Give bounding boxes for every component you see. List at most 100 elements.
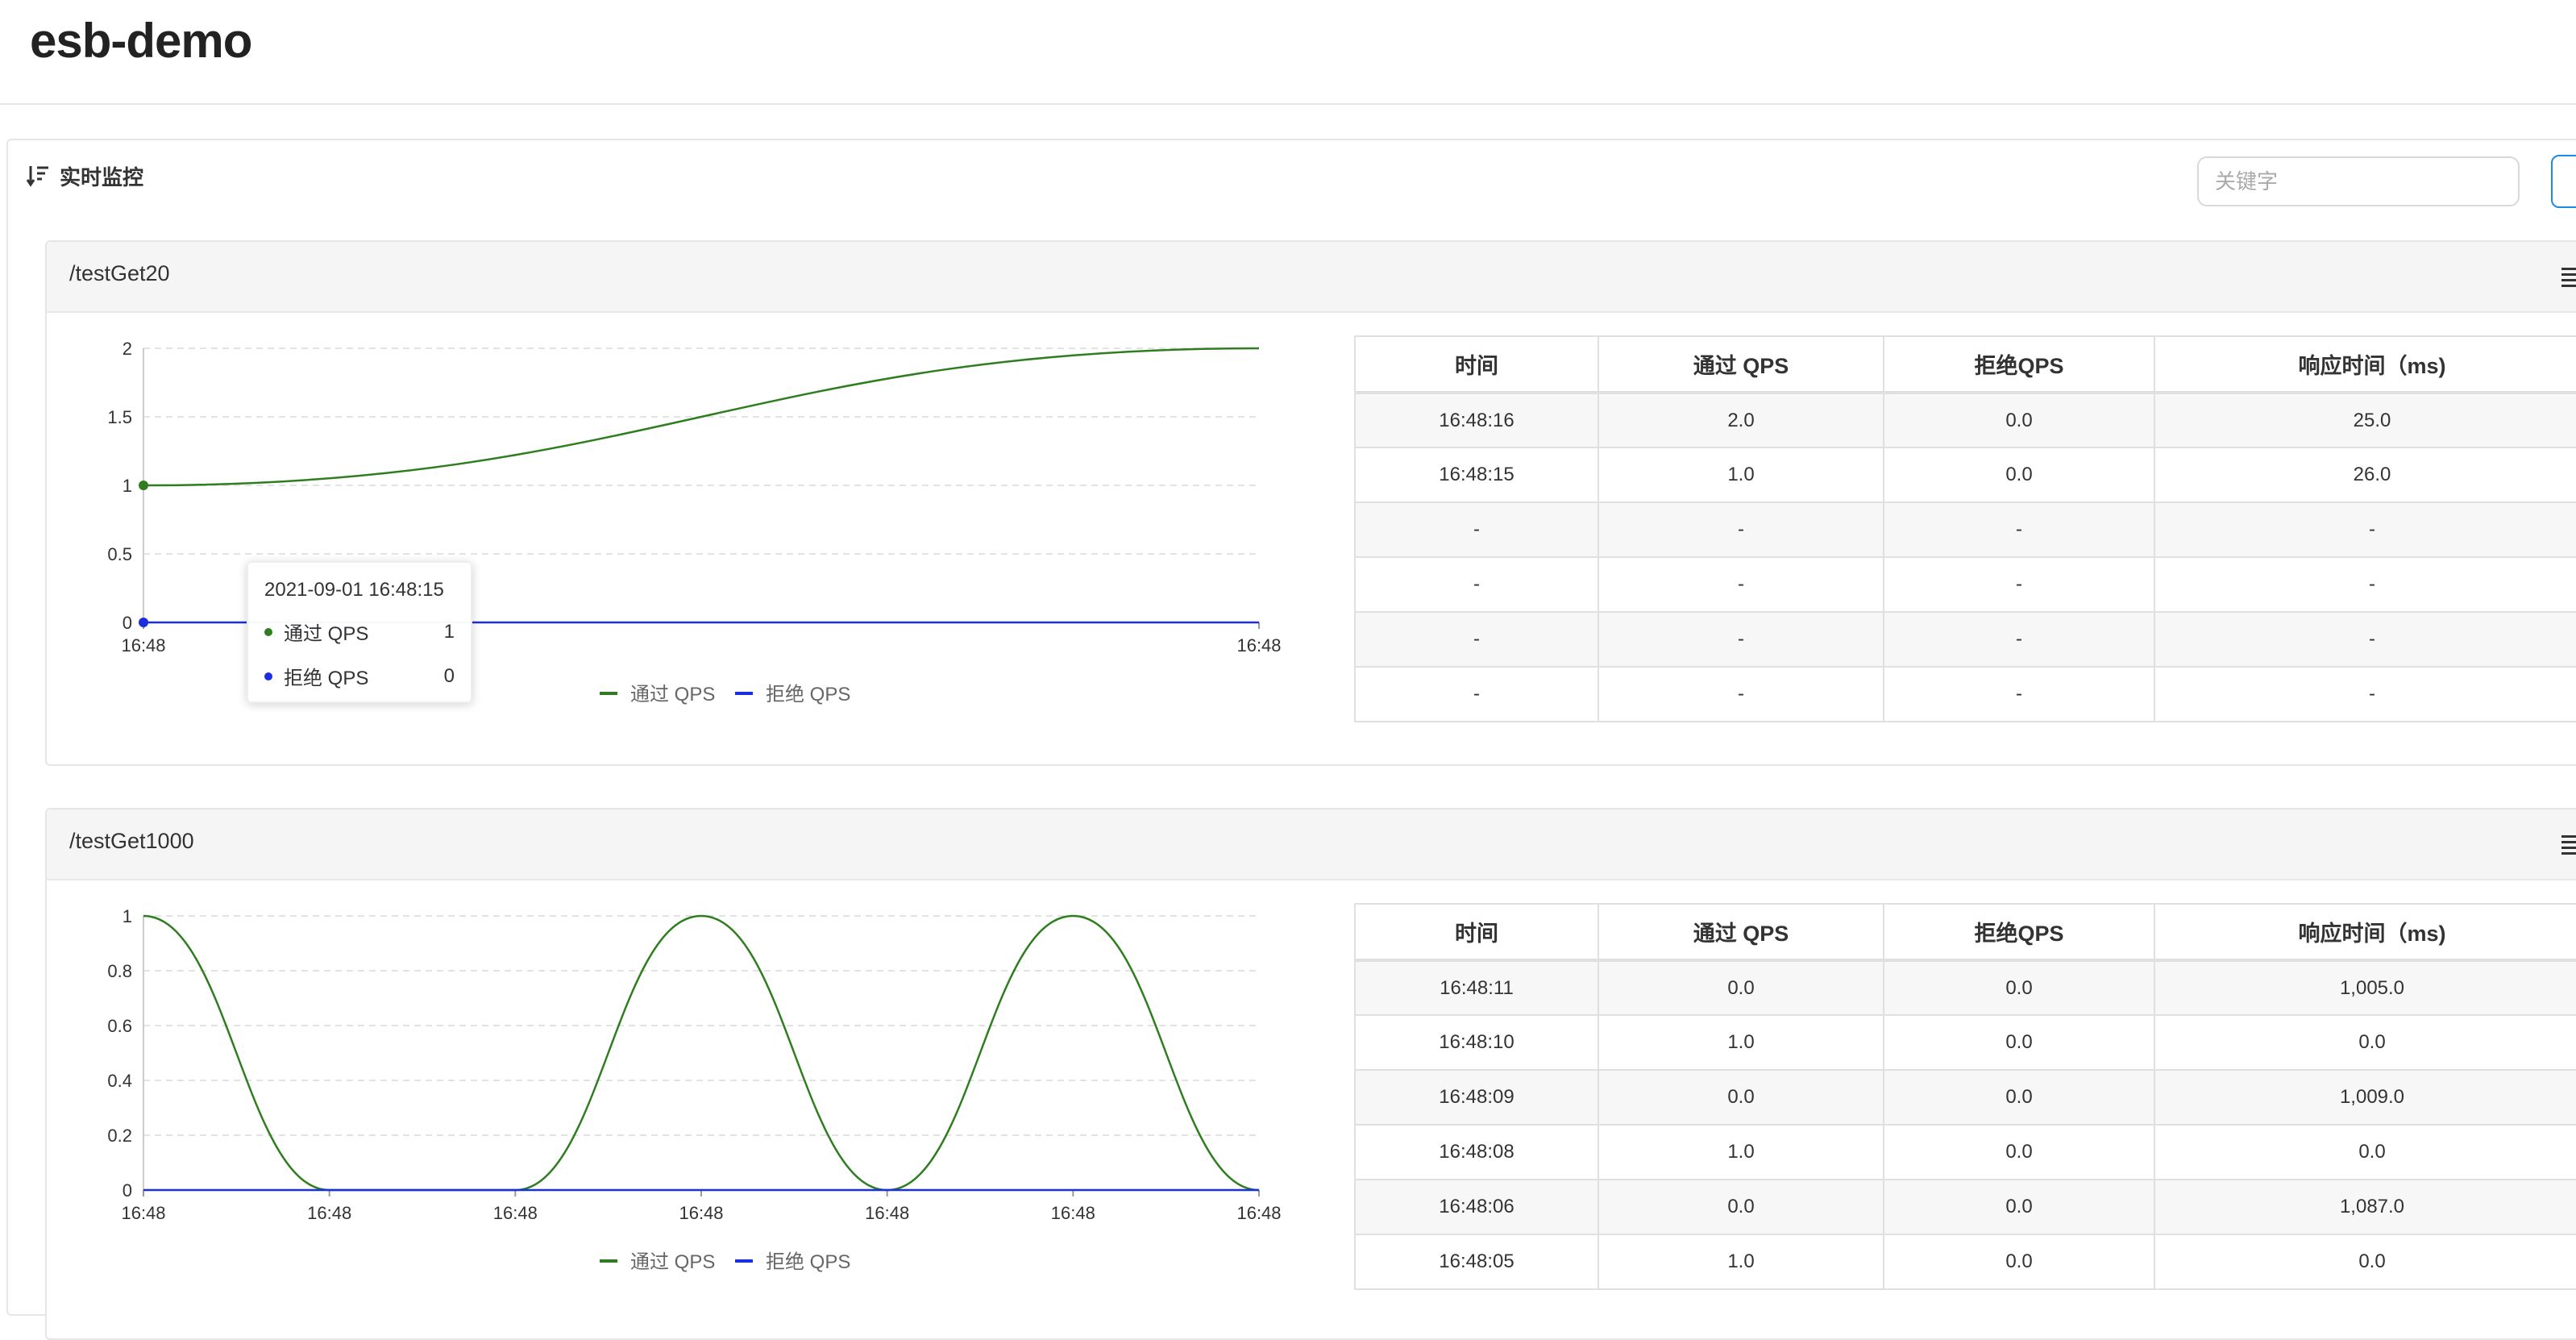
x-tick-label: 16:48	[307, 1203, 351, 1223]
tooltip-row-block: 拒绝 QPS 0	[264, 662, 455, 690]
legend-label: 拒绝 QPS	[766, 684, 850, 705]
resource-name: /testGet1000	[69, 829, 194, 853]
table-cell: -	[1883, 556, 2155, 613]
column-header[interactable]: 拒绝QPS	[1883, 903, 2155, 962]
table-row: 16:48:05 1.0 0.0 0.0	[1354, 1234, 2576, 1290]
table-cell: 0.0	[1883, 1069, 2155, 1126]
y-tick-label: 0.5	[107, 544, 132, 564]
table-cell: 0.0	[2154, 1124, 2576, 1180]
table-cell: -	[1883, 501, 2155, 558]
table-row: 16:48:09 0.0 0.0 1,009.0	[1354, 1069, 2576, 1126]
column-header[interactable]: 响应时间（ms)	[2154, 335, 2576, 394]
app-title: esb-demo	[30, 14, 252, 68]
action-button[interactable]	[2551, 155, 2576, 208]
resource-card: /testGet20 0 0.5 1 1.5 2 16:48 16:48 通过 QPS 拒绝 Q…	[45, 240, 2576, 766]
table-cell: 16:48:06	[1354, 1179, 1599, 1235]
card-header: /testGet20	[47, 242, 2576, 313]
table-cell: -	[2154, 556, 2576, 613]
table-row: 16:48:06 0.0 0.0 1,087.0	[1354, 1179, 2576, 1235]
x-tick-label: 16:48	[1236, 635, 1281, 655]
x-tick-label: 16:48	[1051, 1203, 1095, 1223]
qps-line-chart: 0 0.5 1 1.5 2 16:48 16:48 通过 QPS 拒绝 QPS	[107, 339, 1281, 705]
column-header[interactable]: 拒绝QPS	[1883, 335, 2155, 394]
table-row: ----	[1354, 501, 2576, 558]
keyword-search-input[interactable]	[2197, 156, 2520, 206]
y-tick-label: 1	[123, 906, 132, 926]
x-tick-label: 16:48	[121, 635, 165, 655]
hamburger-menu-icon[interactable]	[2558, 266, 2576, 289]
column-header[interactable]: 响应时间（ms)	[2154, 903, 2576, 962]
block-dot-icon	[264, 672, 272, 680]
table-cell: 26.0	[2154, 447, 2576, 503]
table-cell: 0.0	[2154, 1014, 2576, 1071]
table-cell: 0.0	[2154, 1234, 2576, 1290]
hamburger-menu-icon[interactable]	[2558, 834, 2576, 856]
y-tick-label: 0.4	[107, 1071, 132, 1091]
tooltip-row-pass: 通过 QPS 1	[264, 618, 455, 646]
y-tick-label: 2	[123, 339, 132, 359]
table-cell: 16:48:08	[1354, 1124, 1599, 1180]
table-cell: 16:48:11	[1354, 959, 1599, 1016]
series-line	[143, 914, 1260, 1192]
table-cell: 16:48:05	[1354, 1234, 1599, 1290]
table-cell: 1.0	[1598, 1124, 1884, 1180]
y-tick-label: 0.2	[107, 1126, 132, 1146]
table-cell: -	[1354, 556, 1599, 613]
table-row: ----	[1354, 611, 2576, 668]
table-cell: -	[1598, 556, 1884, 613]
table-cell: 0.0	[1598, 1069, 1884, 1126]
resource-name: /testGet20	[69, 261, 170, 285]
table-row: 16:48:16 2.0 0.0 25.0	[1354, 392, 2576, 448]
resource-card: /testGet1000 0 0.2 0.4 0.6 0.8 1 16:48 16:48 16:…	[45, 808, 2576, 1340]
table-cell: 16:48:15	[1354, 447, 1599, 503]
table-cell: 16:48:16	[1354, 392, 1599, 448]
x-tick-label: 16:48	[865, 1203, 909, 1223]
table-cell: -	[1883, 666, 2155, 722]
table-cell: 0.0	[1883, 959, 2155, 1016]
table-cell: 16:48:10	[1354, 1014, 1599, 1071]
x-tick-label: 16:48	[493, 1203, 538, 1223]
table-row: 16:48:10 1.0 0.0 0.0	[1354, 1014, 2576, 1071]
table-cell: 1,087.0	[2154, 1179, 2576, 1235]
table-cell: 1.0	[1598, 1014, 1884, 1071]
pass-dot-icon	[264, 627, 272, 636]
page-header: esb-demo	[0, 0, 2576, 105]
qps-line-chart: 0 0.2 0.4 0.6 0.8 1 16:48 16:48 16:48 16:48 16:48 1…	[107, 906, 1281, 1273]
table-cell: 1,009.0	[2154, 1069, 2576, 1126]
tooltip-label: 通过 QPS	[284, 623, 369, 645]
x-tick-label: 16:48	[679, 1203, 723, 1223]
column-header[interactable]: 通过 QPS	[1598, 903, 1884, 962]
y-tick-label: 0.8	[107, 961, 132, 981]
table-cell: -	[1883, 611, 2155, 668]
x-tick-label: 16:48	[1236, 1203, 1281, 1223]
x-tick-label: 16:48	[121, 1203, 165, 1223]
table-row: ----	[1354, 666, 2576, 722]
table-row: 16:48:11 0.0 0.0 1,005.0	[1354, 959, 2576, 1016]
table-cell: 0.0	[1883, 1014, 2155, 1071]
data-point	[139, 481, 148, 490]
legend-label: 拒绝 QPS	[766, 1251, 850, 1273]
column-header[interactable]: 通过 QPS	[1598, 335, 1884, 394]
panel-title: 实时监控	[60, 164, 144, 189]
chart-tooltip: 2021-09-01 16:48:15 通过 QPS 1 拒绝 QPS 0	[247, 561, 472, 703]
table-cell: -	[1598, 501, 1884, 558]
sort-descending-icon[interactable]	[26, 164, 50, 188]
legend-label: 通过 QPS	[630, 684, 715, 705]
realtime-monitor-panel: 实时监控 /testGet20 0 0.5 1 1.5 2 16:48 16:48 通过 QP…	[6, 139, 2576, 1340]
table-cell: -	[2154, 611, 2576, 668]
table-row: 16:48:08 1.0 0.0 0.0	[1354, 1124, 2576, 1180]
table-cell: 0.0	[1883, 1179, 2155, 1235]
card-header: /testGet1000	[47, 809, 2576, 880]
table-cell: 0.0	[1598, 959, 1884, 1016]
table-cell: 0.0	[1883, 392, 2155, 448]
y-tick-label: 0.6	[107, 1016, 132, 1036]
table-cell: -	[1354, 501, 1599, 558]
table-cell: 0.0	[1598, 1179, 1884, 1235]
table-row: 16:48:15 1.0 0.0 26.0	[1354, 447, 2576, 503]
y-tick-label: 0	[123, 613, 132, 633]
table-cell: 1.0	[1598, 447, 1884, 503]
column-header[interactable]: 时间	[1354, 903, 1599, 962]
y-tick-label: 0	[123, 1180, 132, 1201]
stats-table: 时间 通过 QPS 拒绝QPS 响应时间（ms) 16:48:16 2.0 0.0 25.0 1…	[1354, 335, 2576, 722]
column-header[interactable]: 时间	[1354, 335, 1599, 394]
